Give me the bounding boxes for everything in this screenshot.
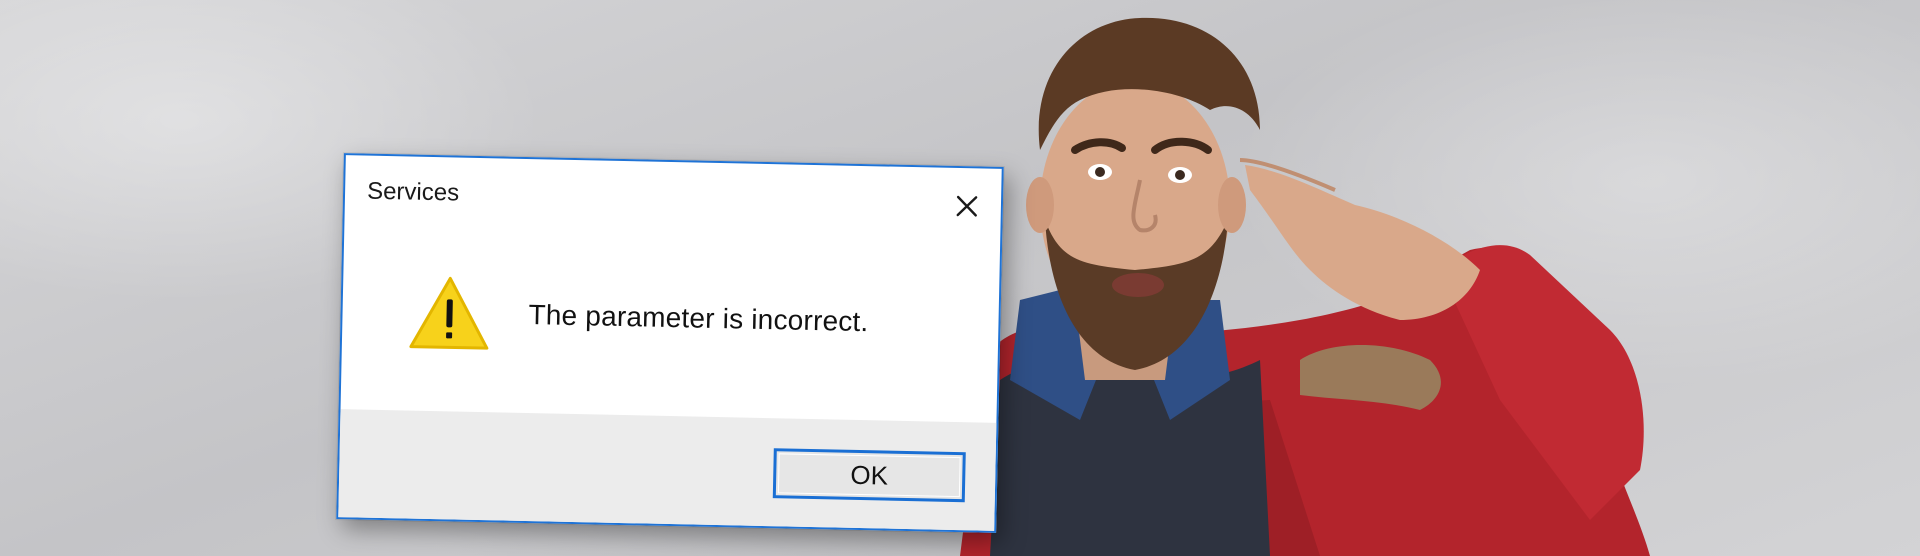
close-button[interactable] bbox=[949, 188, 986, 225]
error-dialog: Services The parameter is incorrect. OK bbox=[336, 153, 1004, 533]
ok-button[interactable]: OK bbox=[772, 448, 966, 503]
dialog-message: The parameter is incorrect. bbox=[528, 299, 869, 338]
warning-icon bbox=[409, 276, 489, 350]
dialog-title: Services bbox=[366, 177, 460, 207]
dialog-content: The parameter is incorrect. bbox=[341, 213, 1001, 407]
dialog-footer: OK bbox=[338, 409, 997, 531]
close-icon bbox=[956, 195, 978, 217]
